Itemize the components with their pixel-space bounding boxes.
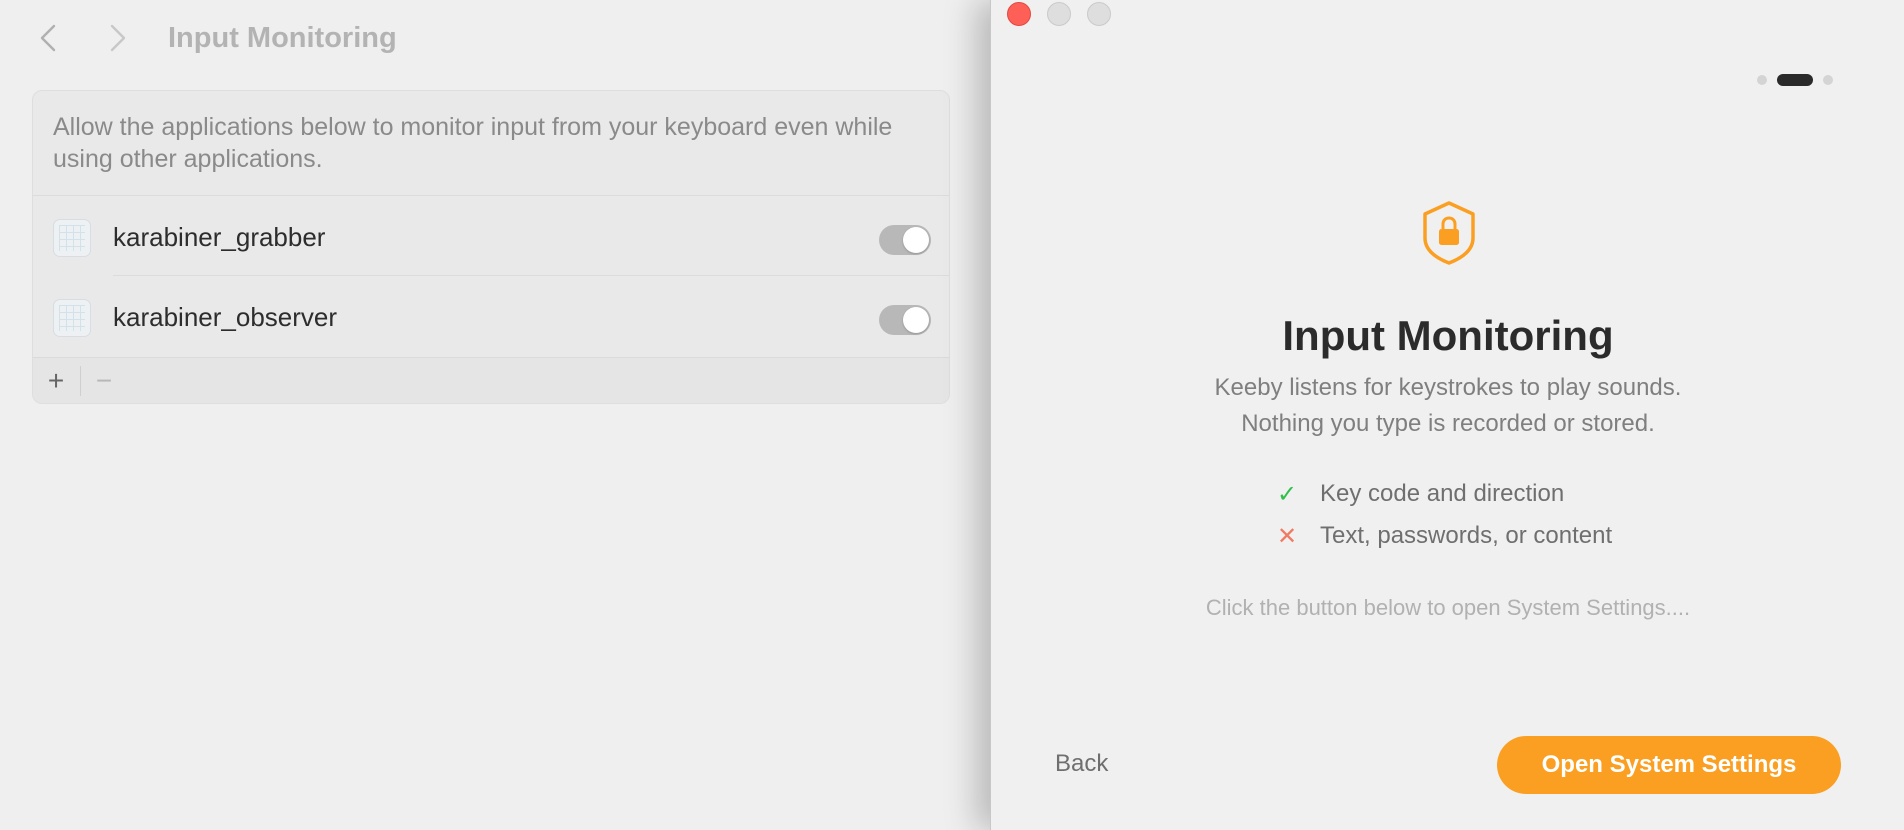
app-name: karabiner_observer bbox=[113, 302, 338, 332]
onboarding-subtitle: Nothing you type is recorded or stored. bbox=[1241, 410, 1655, 437]
app-toggle[interactable] bbox=[879, 305, 931, 335]
app-icon bbox=[53, 219, 91, 257]
app-row[interactable]: karabiner_grabber bbox=[33, 199, 949, 279]
hint-text: Click the button below to open System Se… bbox=[1205, 595, 1691, 620]
system-settings-pane: Input Monitoring Allow the applications … bbox=[0, 0, 990, 830]
remove-app-button[interactable]: − bbox=[81, 358, 127, 403]
onboarding-title: Input Monitoring bbox=[1282, 312, 1614, 359]
back-nav-button[interactable] bbox=[28, 18, 68, 58]
close-window-button[interactable] bbox=[1007, 2, 1031, 26]
toggle-knob bbox=[903, 307, 929, 333]
bullet-text: Key code and direction bbox=[1320, 480, 1565, 507]
minimize-window-button[interactable] bbox=[1047, 2, 1071, 26]
open-system-settings-button[interactable]: Open System Settings bbox=[1497, 736, 1841, 794]
divider bbox=[33, 195, 949, 196]
step-dot bbox=[1757, 75, 1767, 85]
forward-nav-button[interactable] bbox=[98, 18, 138, 58]
privacy-bullet-allowed: ✓ Key code and direction bbox=[1276, 476, 1564, 512]
app-icon bbox=[53, 299, 91, 337]
chevron-right-icon bbox=[110, 24, 126, 52]
app-name: karabiner_grabber bbox=[113, 222, 326, 252]
bullet-text: Text, passwords, or content bbox=[1320, 522, 1613, 549]
list-footer: + − bbox=[33, 357, 949, 403]
privacy-bullet-denied: ✕ Text, passwords, or content bbox=[1276, 518, 1612, 554]
app-row[interactable]: karabiner_observer bbox=[33, 279, 949, 359]
zoom-window-button[interactable] bbox=[1087, 2, 1111, 26]
back-button[interactable]: Back bbox=[1055, 746, 1108, 782]
cross-icon: ✕ bbox=[1276, 522, 1298, 550]
add-app-button[interactable]: + bbox=[33, 358, 79, 403]
onboarding-subtitle: Keeby listens for keystrokes to play sou… bbox=[1214, 374, 1682, 401]
step-dot-active bbox=[1777, 74, 1813, 86]
app-toggle[interactable] bbox=[879, 225, 931, 255]
onboarding-window: Input Monitoring Keeby listens for keyst… bbox=[990, 0, 1904, 830]
panel-description: Allow the applications below to monitor … bbox=[53, 113, 893, 173]
step-dot bbox=[1823, 75, 1833, 85]
step-indicator bbox=[1757, 74, 1847, 86]
divider bbox=[113, 275, 949, 276]
page-title: Input Monitoring bbox=[168, 22, 397, 54]
chevron-left-icon bbox=[40, 24, 56, 52]
app-list-panel: Allow the applications below to monitor … bbox=[32, 90, 950, 404]
shield-lock-icon bbox=[1423, 201, 1475, 265]
check-icon: ✓ bbox=[1276, 480, 1298, 508]
toggle-knob bbox=[903, 227, 929, 253]
